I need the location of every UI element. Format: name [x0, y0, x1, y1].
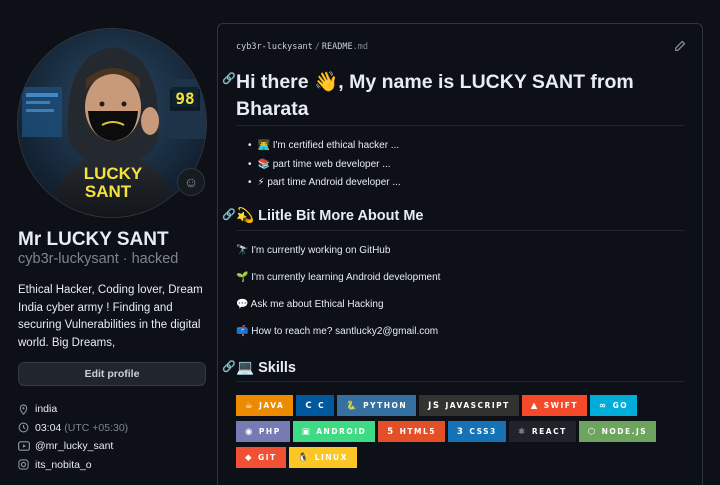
badge-label: JAVASCRIPT [445, 401, 510, 410]
skill-badge-nodejs: ⬡ NODE.JS [578, 421, 657, 442]
badge-label: C [318, 401, 326, 410]
badge-label: LINUX [314, 453, 348, 462]
clock-icon [18, 422, 35, 433]
go-icon: ∞ [599, 400, 608, 411]
profile-details: india 03:04 (UTC +05:30) @mr_lucky_sant … [18, 400, 208, 474]
badge-label: ANDROID [316, 427, 367, 436]
html5-icon: 5 [387, 426, 395, 437]
skill-badge-android: ▣ ANDROID [292, 421, 376, 442]
skill-badge-go: ∞ GO [590, 395, 638, 416]
skills-heading: 💻 Skills [236, 360, 296, 376]
badge-label: REACT [531, 427, 567, 436]
about-item: 📫 How to reach me? santlucky2@gmail.com [236, 326, 439, 337]
swift-icon: ▲ [530, 400, 539, 411]
smiley-icon: ☺ [183, 174, 199, 190]
svg-text:98: 98 [175, 89, 194, 108]
list-item: 👨‍💻 I'm certified ethical hacker ... [248, 137, 401, 156]
location-text: india [35, 403, 58, 416]
badge-label: PHP [258, 427, 281, 436]
badge-label: SWIFT [543, 401, 578, 410]
youtube-row[interactable]: @mr_lucky_sant [18, 437, 208, 456]
react-icon: ⚛ [517, 426, 527, 437]
timezone: (UTC +05:30) [64, 421, 129, 434]
heading-link-icon[interactable]: 🔗 [222, 208, 236, 221]
skill-badge-python: 🐍 PYTHON [337, 395, 417, 416]
heading-link-icon[interactable]: 🔗 [222, 72, 236, 85]
skills-badges: ☕ JAVA C C 🐍 PYTHON JS JAVASCRIPT ▲ SWIFT ∞ GO ◉ PHP… [236, 395, 686, 473]
local-time: 03:04 [35, 421, 62, 434]
svg-text:LUCKY: LUCKY [84, 164, 143, 183]
time-row: 03:04 (UTC +05:30) [18, 419, 208, 438]
profile-full-name: Mr LUCKY SANT [18, 229, 169, 250]
skill-badge-html5: 5 HTML5 [378, 421, 445, 442]
skill-badge-javascript: JS JAVASCRIPT [419, 395, 519, 416]
divider [236, 381, 685, 382]
skill-badge-php: ◉ PHP [236, 421, 290, 442]
skill-badge-c: CC [296, 395, 335, 416]
badge-label: CSS3 [469, 427, 497, 436]
location-pin-icon [18, 404, 35, 415]
readme-file-name: README [321, 42, 353, 52]
badge-label: GIT [258, 453, 277, 462]
location-row: india [18, 400, 208, 419]
heading-link-icon[interactable]: 🔗 [222, 360, 236, 373]
readme-file-ext: .md [352, 42, 368, 52]
about-item: 💬 Ask me about Ethical Hacking [236, 299, 384, 310]
youtube-icon [18, 441, 35, 452]
badge-label: GO [612, 401, 629, 410]
skill-badge-swift: ▲ SWIFT [521, 395, 587, 416]
about-item: 🔭 I'm currently working on GitHub [236, 245, 391, 256]
skill-badge-java: ☕ JAVA [236, 395, 294, 416]
youtube-handle[interactable]: @mr_lucky_sant [35, 440, 113, 452]
java-icon: ☕ [245, 400, 255, 411]
readme-owner-link[interactable]: cyb3r-luckysant [236, 42, 313, 52]
linux-icon: 🐧 [297, 452, 310, 463]
python-icon: 🐍 [346, 400, 359, 411]
list-item: ⚡ part time Android developer ... [248, 174, 401, 193]
about-item: 🌱 I'm currently learning Android develop… [236, 272, 441, 283]
intro-list: 👨‍💻 I'm certified ethical hacker ... 📚 p… [248, 137, 401, 193]
skill-badge-linux: 🐧 LINUX [288, 447, 357, 468]
readme-breadcrumb: cyb3r-luckysant / README.md [236, 42, 368, 52]
edit-profile-button[interactable]: Edit profile [18, 362, 206, 386]
badge-label: NODE.JS [601, 427, 648, 436]
divider [236, 125, 685, 126]
badge-row: ◉ PHP ▣ ANDROID 5 HTML5 3 CSS3 ⚛ REACT ⬡ NODE.JS [236, 421, 686, 442]
profile-username: cyb3r-luckysant · hacked [18, 251, 179, 267]
instagram-icon [18, 459, 35, 470]
nodejs-icon: ⬡ [587, 426, 597, 437]
set-status-button[interactable]: ☺ [177, 168, 205, 196]
profile-bio: Ethical Hacker, Coding lover, Dream Indi… [18, 284, 203, 349]
edit-readme-pencil-icon[interactable] [674, 40, 686, 55]
instagram-row[interactable]: its_nobita_o [18, 456, 208, 475]
list-item: 📚 part time web developer ... [248, 156, 401, 175]
svg-text:SANT: SANT [85, 182, 132, 201]
readme-title: Hi there 👋, My name is LUCKY SANT from B… [236, 71, 634, 120]
badge-label: PYTHON [363, 401, 408, 410]
readme-card: cyb3r-luckysant / README.md 🔗 Hi there 👋, … [217, 23, 703, 485]
git-icon: ◆ [245, 452, 254, 463]
instagram-handle[interactable]: its_nobita_o [35, 459, 92, 471]
android-icon: ▣ [301, 426, 312, 437]
php-icon: ◉ [245, 426, 254, 437]
badge-row: ◆ GIT 🐧 LINUX [236, 447, 686, 468]
c-icon: C [305, 400, 314, 411]
avatar-container: LUCKY SANT 98 ☺ [17, 28, 207, 218]
divider [236, 230, 685, 231]
about-heading: 💫 Liitle Bit More About Me [236, 208, 424, 224]
skill-badge-git: ◆ GIT [236, 447, 286, 468]
css3-icon: 3 [457, 426, 465, 437]
skill-badge-css3: 3 CSS3 [448, 421, 506, 442]
badge-label: JAVA [259, 401, 285, 410]
badge-label: HTML5 [399, 427, 436, 436]
skill-badge-react: ⚛ REACT [508, 421, 576, 442]
javascript-icon: JS [428, 400, 441, 411]
badge-row: ☕ JAVA C C 🐍 PYTHON JS JAVASCRIPT ▲ SWIFT ∞ GO [236, 395, 686, 416]
